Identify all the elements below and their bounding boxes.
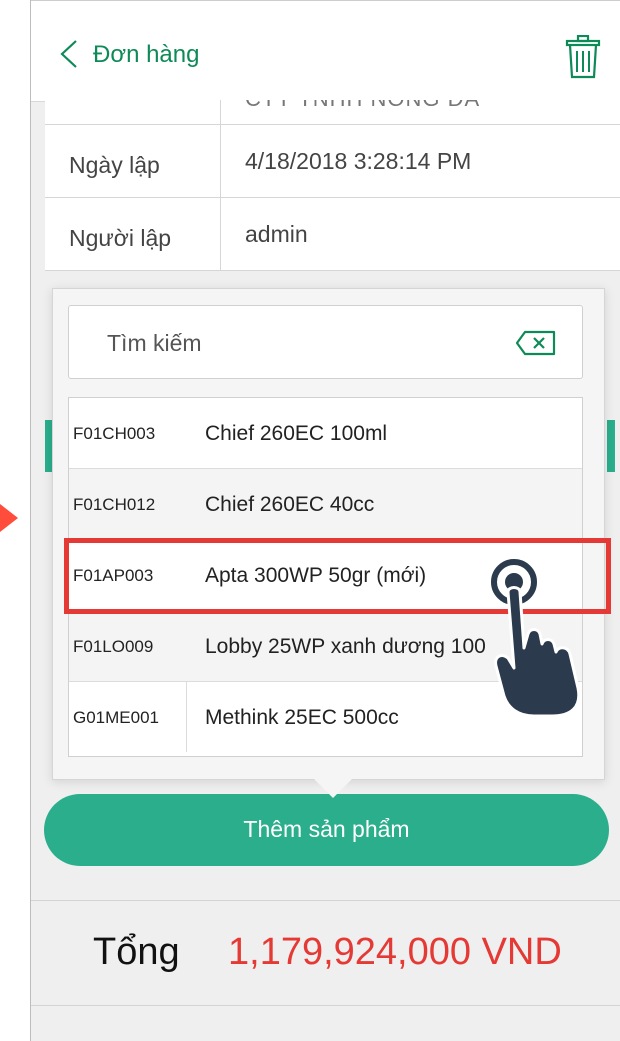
chevron-left-icon[interactable]	[59, 39, 79, 69]
search-placeholder: Tìm kiếm	[107, 330, 202, 356]
customer-value: CTY TNHH NÔNG ĐÀ	[245, 100, 480, 112]
add-product-label: Thêm sản phẩm	[243, 816, 410, 842]
creator-label: Người lập	[69, 225, 172, 251]
info-row-customer: CTY TNHH NÔNG ĐÀ	[45, 100, 620, 125]
backspace-icon[interactable]	[515, 330, 557, 356]
creator-value: admin	[245, 221, 308, 247]
tap-hand-icon	[491, 559, 581, 718]
total-bar: Tổng 1,179,924,000 VND	[31, 900, 620, 1006]
date-label: Ngày lập	[69, 152, 160, 178]
list-item[interactable]: F01CH003 Chief 260EC 100ml	[69, 398, 582, 469]
date-value: 4/18/2018 3:28:14 PM	[245, 148, 472, 174]
product-code: F01LO009	[73, 637, 154, 656]
list-item[interactable]: F01CH012 Chief 260EC 40cc	[69, 469, 582, 540]
cell-divider	[186, 682, 187, 752]
product-code: G01ME001	[73, 708, 159, 727]
trash-icon[interactable]	[564, 35, 602, 79]
pointer-arrow-icon	[0, 504, 18, 532]
product-name: Chief 260EC 40cc	[205, 493, 375, 516]
navigation-bar: Đơn hàng	[31, 0, 620, 102]
total-value: 1,179,924,000 VND	[228, 931, 562, 973]
total-label: Tổng	[93, 931, 180, 973]
popup-arrow	[311, 776, 355, 798]
page-title: Đơn hàng	[93, 41, 200, 68]
add-product-button[interactable]: Thêm sản phẩm	[44, 794, 609, 866]
product-name: Chief 260EC 100ml	[205, 422, 388, 445]
row-accent-right	[607, 420, 615, 472]
product-code: F01CH012	[73, 495, 156, 514]
product-name: Methink 25EC 500cc	[205, 706, 399, 729]
search-input[interactable]: Tìm kiếm	[68, 305, 583, 379]
product-name: Lobby 25WP xanh dương 100	[205, 635, 486, 658]
product-code: F01CH003	[73, 424, 156, 443]
info-row-creator: Người lập admin	[45, 197, 620, 271]
order-info-table: CTY TNHH NÔNG ĐÀ Ngày lập 4/18/2018 3:28…	[45, 100, 620, 271]
info-row-date: Ngày lập 4/18/2018 3:28:14 PM	[45, 124, 620, 198]
